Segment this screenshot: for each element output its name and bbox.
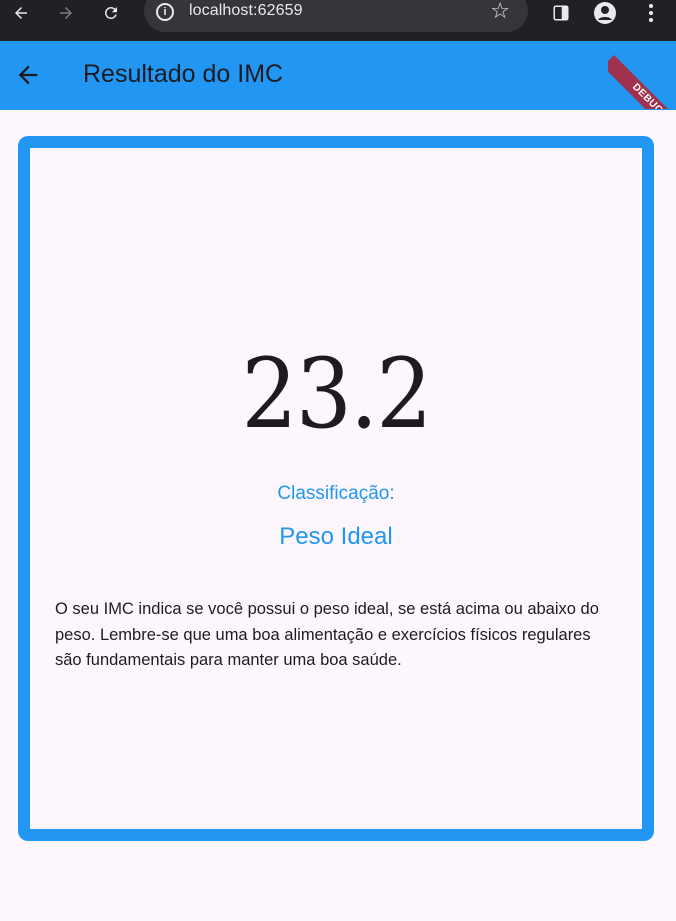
kebab-menu-icon[interactable] [638, 0, 664, 26]
profile-icon[interactable] [592, 0, 618, 26]
imc-description: O seu IMC indica se você possui o peso i… [55, 600, 599, 669]
url-text: localhost:62659 [189, 2, 303, 19]
browser-reload-icon[interactable] [98, 0, 124, 26]
site-info-icon[interactable]: i [156, 3, 174, 21]
bookmark-star-icon[interactable]: ☆ [490, 0, 510, 22]
classification-value: Peso Ideal [279, 523, 393, 550]
browser-toolbar: i localhost:62659 ☆ [0, 0, 676, 41]
debug-label: DEBUG [608, 55, 676, 109]
back-arrow-icon[interactable] [14, 61, 42, 89]
browser-forward-icon[interactable] [53, 0, 79, 26]
imc-value: 23.2 [241, 338, 432, 450]
debug-banner: DEBUG [608, 41, 676, 109]
result-card: 23.2 Classificação: Peso Ideal O seu IMC… [18, 136, 654, 841]
address-bar[interactable]: i localhost:62659 ☆ [144, 0, 528, 32]
app-bar: Resultado do IMC [0, 41, 676, 110]
page-title: Resultado do IMC [83, 60, 284, 88]
side-panel-icon[interactable] [548, 0, 574, 26]
classification-label: Classificação: [277, 483, 395, 504]
browser-back-icon[interactable] [8, 0, 34, 26]
